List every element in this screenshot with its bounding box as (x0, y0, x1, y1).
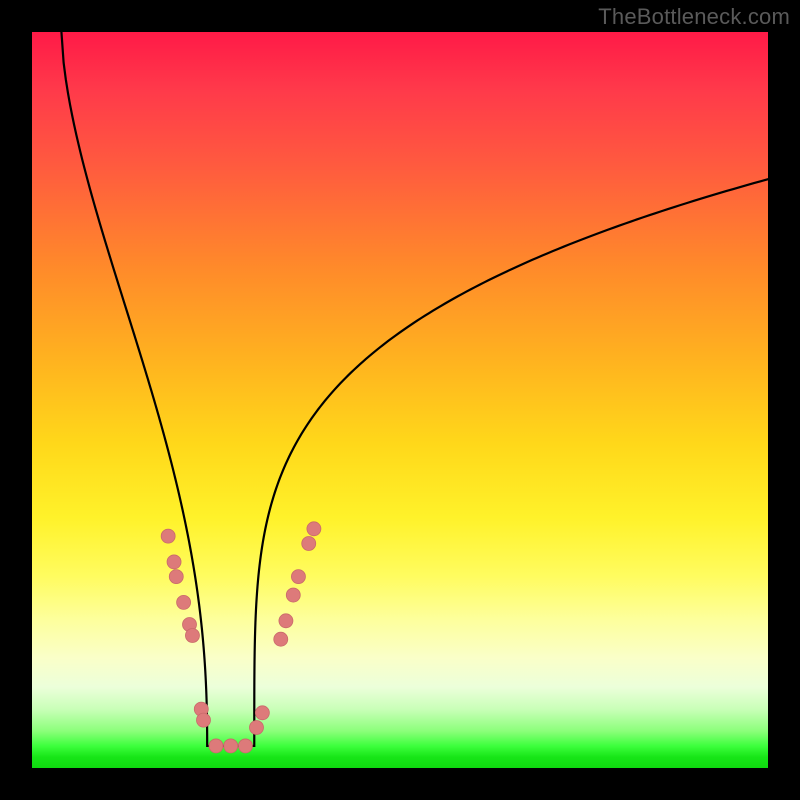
data-dot (255, 706, 269, 720)
data-dot (279, 614, 293, 628)
chart-frame: TheBottleneck.com (0, 0, 800, 800)
chart-svg (32, 32, 768, 768)
plot-area (32, 32, 768, 768)
data-dot (291, 570, 305, 584)
data-dot (196, 713, 210, 727)
data-dot (286, 588, 300, 602)
data-dot (185, 629, 199, 643)
data-dot (209, 739, 223, 753)
data-dot (177, 595, 191, 609)
data-dot (169, 570, 183, 584)
data-dot (307, 522, 321, 536)
data-dot (161, 529, 175, 543)
curve-path (61, 32, 768, 746)
data-dot (238, 739, 252, 753)
watermark-text: TheBottleneck.com (598, 4, 790, 30)
data-dot (167, 555, 181, 569)
data-dot (249, 721, 263, 735)
data-dot (302, 537, 316, 551)
data-dot (274, 632, 288, 646)
data-dots (161, 522, 321, 753)
data-dot (224, 739, 238, 753)
bottleneck-curve (61, 32, 768, 746)
